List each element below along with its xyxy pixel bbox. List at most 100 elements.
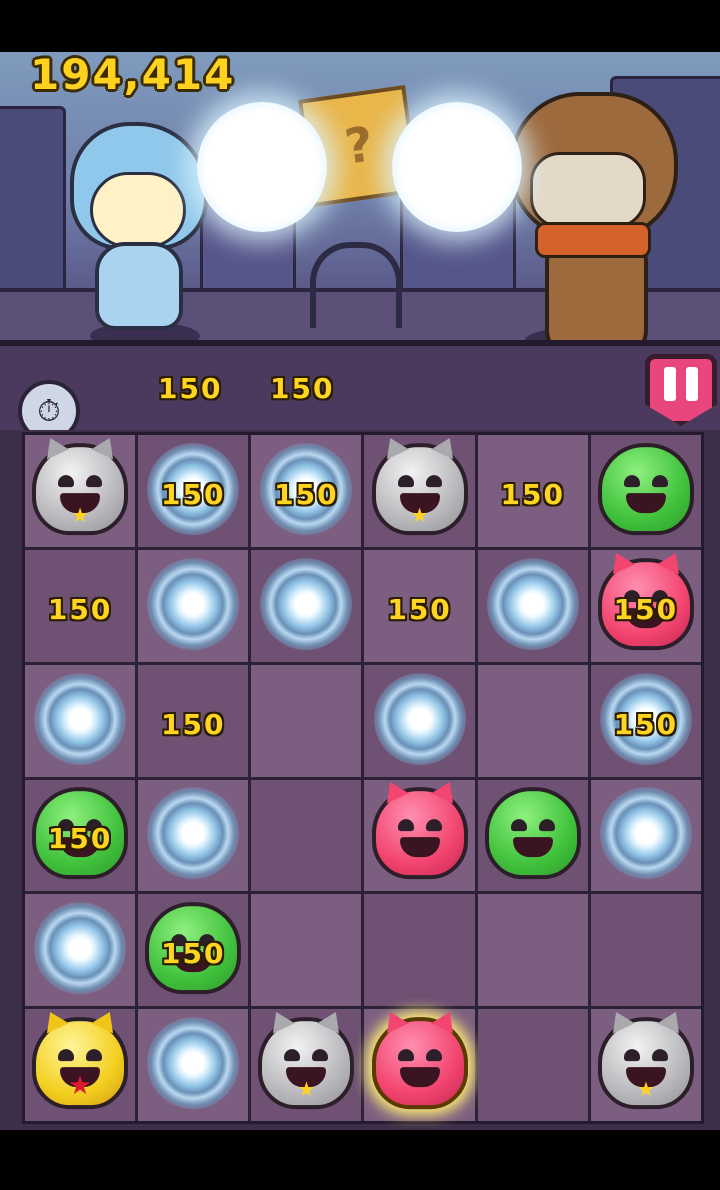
board-cell[interactable]: 150 xyxy=(138,894,249,1007)
score-counter: 194,414 xyxy=(30,50,236,99)
board-cell[interactable] xyxy=(364,664,475,777)
puzzle-board: ★ 150 150 ★ 150 150 150 150 150 150 150 150 ★ ★ ★ xyxy=(0,430,720,1130)
star-icon: ★ xyxy=(410,503,429,528)
monster-horn xyxy=(430,777,461,804)
board-cell[interactable] xyxy=(364,777,475,892)
character-scarf xyxy=(535,222,651,258)
board-cell[interactable] xyxy=(477,549,588,662)
monster-horn xyxy=(605,547,635,575)
character-body xyxy=(95,242,183,330)
star-icon: ★ xyxy=(297,1077,316,1102)
board-cell[interactable]: ★ xyxy=(251,1007,362,1121)
pink-monster-selected[interactable] xyxy=(371,1007,468,1110)
board-cell[interactable] xyxy=(477,779,588,892)
board-cell[interactable]: 150 xyxy=(251,435,362,547)
board-cell[interactable] xyxy=(251,549,362,662)
floating-points: 150 xyxy=(158,372,223,405)
monster-eye xyxy=(538,819,555,832)
board-cell[interactable]: ★ xyxy=(364,432,475,547)
board-cell[interactable] xyxy=(138,1009,249,1121)
pause-icon xyxy=(686,367,698,401)
floating-points: 150 xyxy=(387,592,452,626)
energy-orb xyxy=(197,102,327,232)
gray-monster[interactable]: ★ xyxy=(597,1007,694,1110)
board-frame xyxy=(0,340,720,436)
green-monster[interactable] xyxy=(484,787,581,880)
monster-mouth xyxy=(625,493,666,514)
monster-eye xyxy=(651,475,668,488)
board-cell[interactable] xyxy=(477,1009,588,1121)
monster-eye xyxy=(58,1049,75,1062)
star-icon: ★ xyxy=(636,1077,655,1102)
board-cell[interactable]: 150 xyxy=(138,435,249,547)
board-cell[interactable]: ★ xyxy=(25,1007,136,1121)
board-cell[interactable]: 150 xyxy=(590,664,701,777)
monster-eye xyxy=(58,475,75,488)
board-cell[interactable]: 150 xyxy=(590,547,701,662)
board-cell[interactable]: ★ xyxy=(590,1007,701,1121)
monster-horn xyxy=(430,432,461,460)
game-screen: ? 194,414 150 150 ⏱ ★ 150 150 ★ 150 150 150 150… xyxy=(0,0,720,1190)
board-cell[interactable]: 150 xyxy=(477,435,588,547)
board-cell[interactable]: ★ xyxy=(25,432,136,547)
board-cell[interactable] xyxy=(364,894,475,1007)
monster-eye xyxy=(397,819,414,832)
gold-monster[interactable]: ★ xyxy=(32,1007,129,1110)
star-icon: ★ xyxy=(68,1071,92,1102)
board-cell[interactable] xyxy=(590,779,701,892)
board-cell[interactable] xyxy=(364,1007,475,1121)
board-cell[interactable] xyxy=(138,549,249,662)
spark-bubble xyxy=(260,557,353,650)
board-cell[interactable] xyxy=(25,664,136,777)
green-monster[interactable] xyxy=(597,443,694,536)
gray-monster[interactable]: ★ xyxy=(258,1007,355,1110)
monster-horn xyxy=(378,1007,409,1034)
board-cell[interactable] xyxy=(590,435,701,547)
board-cell[interactable] xyxy=(477,894,588,1007)
monster-mouth xyxy=(399,1067,440,1088)
board-cell[interactable] xyxy=(251,894,362,1007)
monster-eye xyxy=(397,475,414,488)
floating-points: 150 xyxy=(161,477,226,511)
monster-eye xyxy=(425,1049,442,1062)
gray-monster[interactable]: ★ xyxy=(371,432,468,536)
monster-horn xyxy=(91,1007,121,1034)
monster-mouth xyxy=(512,837,553,858)
spark-bubble xyxy=(34,902,127,995)
monster-eye xyxy=(623,475,640,488)
floating-points: 150 xyxy=(270,372,335,405)
monster-horn xyxy=(39,432,69,460)
board-cell[interactable]: 150 xyxy=(25,549,136,662)
floating-points: 150 xyxy=(161,707,226,741)
enemy-character xyxy=(500,92,680,362)
floating-points: 150 xyxy=(47,592,113,626)
board-cell[interactable] xyxy=(251,779,362,892)
gray-monster[interactable]: ★ xyxy=(32,432,129,536)
pink-monster[interactable] xyxy=(371,777,468,880)
player-character xyxy=(60,122,210,342)
monster-eye xyxy=(284,1049,301,1062)
floating-points: 150 xyxy=(613,592,679,626)
board-cell[interactable] xyxy=(590,894,701,1007)
spark-bubble xyxy=(147,787,240,880)
monster-eye xyxy=(397,1049,414,1062)
floating-points: 150 xyxy=(274,477,339,511)
board-cell[interactable]: 150 xyxy=(364,549,475,662)
monster-eye xyxy=(86,1049,103,1062)
board-cell[interactable] xyxy=(25,894,136,1007)
monster-eye xyxy=(425,819,442,832)
monster-horn xyxy=(265,1007,296,1034)
monster-horn xyxy=(91,432,121,460)
scene-gate xyxy=(310,242,402,328)
board-cell[interactable] xyxy=(138,779,249,892)
floating-points: 150 xyxy=(500,477,565,511)
board-cell[interactable]: 150 xyxy=(138,664,249,777)
spark-bubble xyxy=(147,1017,240,1110)
board-cell[interactable] xyxy=(251,664,362,777)
scene-building xyxy=(0,106,66,312)
character-face xyxy=(530,152,646,228)
board-cell[interactable]: 150 xyxy=(25,779,136,892)
board-cell[interactable] xyxy=(477,664,588,777)
spark-bubble xyxy=(486,557,579,650)
monster-eye xyxy=(86,475,103,488)
